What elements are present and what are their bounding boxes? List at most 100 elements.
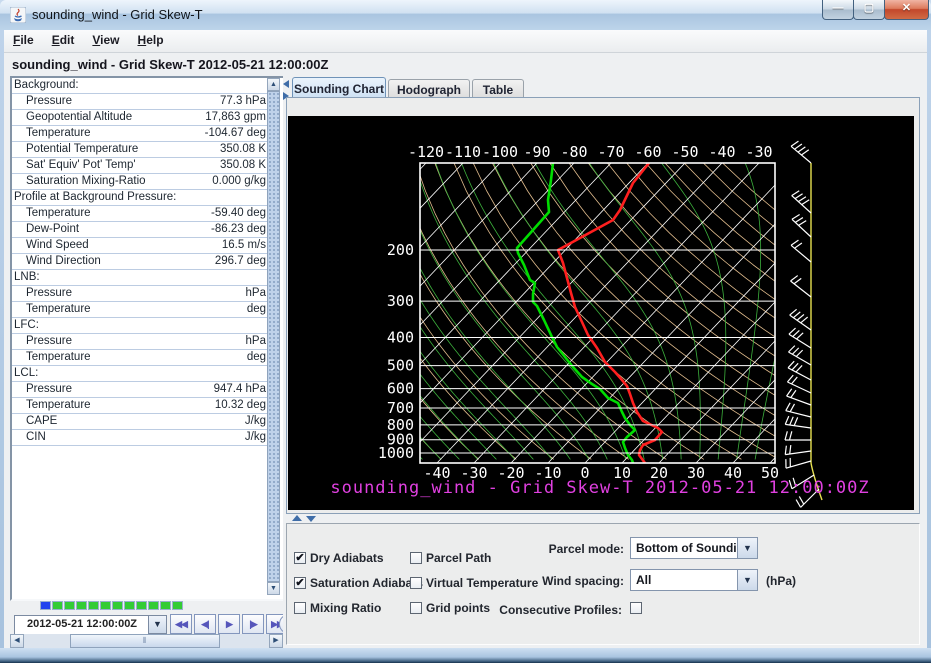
table-row: Wind Speed16.5 m/s: [12, 238, 267, 254]
svg-text:-50: -50: [671, 143, 698, 161]
chevron-down-icon[interactable]: ▼: [737, 570, 757, 590]
time-step-4[interactable]: [88, 601, 99, 610]
row-value: deg: [247, 302, 267, 317]
collapse-left-icon[interactable]: [283, 80, 289, 88]
row-label: Temperature: [12, 398, 215, 413]
time-select-dropdown[interactable]: ▼: [148, 615, 167, 634]
row-label: Pressure: [12, 286, 246, 301]
row-value: 77.3 hPa: [220, 94, 267, 109]
scroll-left-icon[interactable]: ◀: [10, 634, 24, 648]
dry-adiabats-checkbox[interactable]: ✔: [294, 552, 306, 564]
svg-text:700: 700: [387, 399, 414, 417]
table-row: Background:: [12, 78, 267, 94]
svg-text:300: 300: [387, 292, 414, 310]
time-step-7[interactable]: [124, 601, 135, 610]
wind-spacing-select[interactable]: All ▼: [630, 569, 758, 591]
row-value: J/kg: [245, 430, 267, 445]
menu-edit[interactable]: Edit: [43, 30, 84, 47]
scroll-up-icon[interactable]: ▲: [267, 78, 280, 91]
time-step-9[interactable]: [148, 601, 159, 610]
row-value: -86.23 deg: [211, 222, 267, 237]
table-row: CAPEJ/kg: [12, 414, 267, 430]
tab-hodograph[interactable]: Hodograph: [388, 79, 470, 97]
rewind-button[interactable]: ◀◀: [170, 614, 192, 634]
row-label: Temperature: [12, 350, 247, 365]
title-bar[interactable]: sounding_wind - Grid Skew-T: [0, 0, 931, 31]
row-value: -59.40 deg: [211, 206, 267, 221]
consecutive-profiles-label: Consecutive Profiles:: [440, 603, 622, 617]
table-row: LCL:: [12, 366, 267, 382]
left-horizontal-scrollbar[interactable]: ◀ ⦀ ▶: [10, 634, 283, 648]
scroll-right-icon[interactable]: ▶: [269, 634, 283, 648]
window-border-right: [927, 30, 931, 648]
step-back-button[interactable]: ◀|: [194, 614, 216, 634]
table-row: Wind Direction296.7 deg: [12, 254, 267, 270]
menu-help[interactable]: Help: [129, 30, 173, 47]
row-label: CAPE: [12, 414, 245, 429]
saturation-adiabats-checkbox[interactable]: ✔: [294, 577, 306, 589]
row-label: Geopotential Altitude: [12, 110, 205, 125]
row-value: 17,863 gpm: [205, 110, 267, 125]
parcel-path-checkbox[interactable]: [410, 552, 422, 564]
wind-spacing-value: All: [631, 570, 737, 590]
table-vertical-scrollbar[interactable]: ▲ ▼: [267, 78, 280, 595]
row-value: deg: [247, 350, 267, 365]
table-row: Potential Temperature350.08 K: [12, 142, 267, 158]
time-step-10[interactable]: [160, 601, 171, 610]
chevron-down-icon[interactable]: ▼: [737, 538, 757, 558]
window-title: sounding_wind - Grid Skew-T: [32, 7, 203, 22]
table-row: Sat' Equiv' Pot' Temp'350.08 K: [12, 158, 267, 174]
table-row: LNB:: [12, 270, 267, 286]
row-value: hPa: [246, 334, 267, 349]
collapse-up-icon[interactable]: [292, 515, 302, 521]
scrollbar-thumb[interactable]: ⦀: [70, 634, 220, 648]
expand-down-icon[interactable]: [306, 516, 316, 522]
row-value: 0.000 g/kg: [212, 174, 267, 189]
scrollbar-thumb[interactable]: [267, 91, 280, 582]
table-row: Temperature10.32 deg: [12, 398, 267, 414]
table-row: Pressure77.3 hPa: [12, 94, 267, 110]
table-row: Pressure947.4 hPa: [12, 382, 267, 398]
close-button[interactable]: ✕: [884, 0, 929, 20]
row-label: Saturation Mixing-Ratio: [12, 174, 212, 189]
tab-sounding-chart[interactable]: Sounding Chart: [292, 77, 386, 97]
row-label: Temperature: [12, 206, 211, 221]
row-value: J/kg: [245, 414, 267, 429]
play-button[interactable]: ▶: [218, 614, 240, 634]
scroll-down-icon[interactable]: ▼: [267, 582, 280, 595]
menu-file[interactable]: File: [4, 30, 43, 47]
time-step-6[interactable]: [112, 601, 123, 610]
virtual-temperature-checkbox[interactable]: [410, 577, 422, 589]
table-row: Saturation Mixing-Ratio0.000 g/kg: [12, 174, 267, 190]
time-step-5[interactable]: [100, 601, 111, 610]
row-label: Background:: [12, 78, 266, 93]
horizontal-splitter[interactable]: [286, 514, 920, 523]
row-value: 296.7 deg: [215, 254, 267, 269]
menu-view[interactable]: View: [83, 30, 128, 47]
time-step-11[interactable]: [172, 601, 183, 610]
time-step-8[interactable]: [136, 601, 147, 610]
tab-table[interactable]: Table: [472, 79, 524, 97]
time-select-value[interactable]: 2012-05-21 12:00:00Z: [14, 615, 150, 636]
time-step-3[interactable]: [76, 601, 87, 610]
row-label: Temperature: [12, 126, 205, 141]
skewt-chart-svg: 2003004005006007008009001000-120-110-100…: [288, 116, 914, 510]
row-label: Pressure: [12, 94, 220, 109]
table-row: Temperaturedeg: [12, 350, 267, 366]
window-border-bottom: [0, 648, 931, 663]
step-forward-button[interactable]: |▶: [242, 614, 264, 634]
consecutive-profiles-checkbox[interactable]: [630, 602, 642, 614]
time-step-1[interactable]: [52, 601, 63, 610]
maximize-button[interactable]: ▢: [853, 0, 885, 20]
svg-text:-80: -80: [560, 143, 587, 161]
svg-text:500: 500: [387, 357, 414, 375]
time-step-strip[interactable]: [40, 601, 183, 610]
grid-points-checkbox[interactable]: [410, 602, 422, 614]
row-label: Pressure: [12, 334, 246, 349]
time-step-2[interactable]: [64, 601, 75, 610]
mixing-ratio-checkbox[interactable]: [294, 602, 306, 614]
time-step-0[interactable]: [40, 601, 51, 610]
saturation-adiabats-label: Saturation Adiabats: [310, 576, 423, 590]
parcel-mode-select[interactable]: Bottom of Sounding ▼: [630, 537, 758, 559]
minimize-button[interactable]: —: [822, 0, 854, 20]
